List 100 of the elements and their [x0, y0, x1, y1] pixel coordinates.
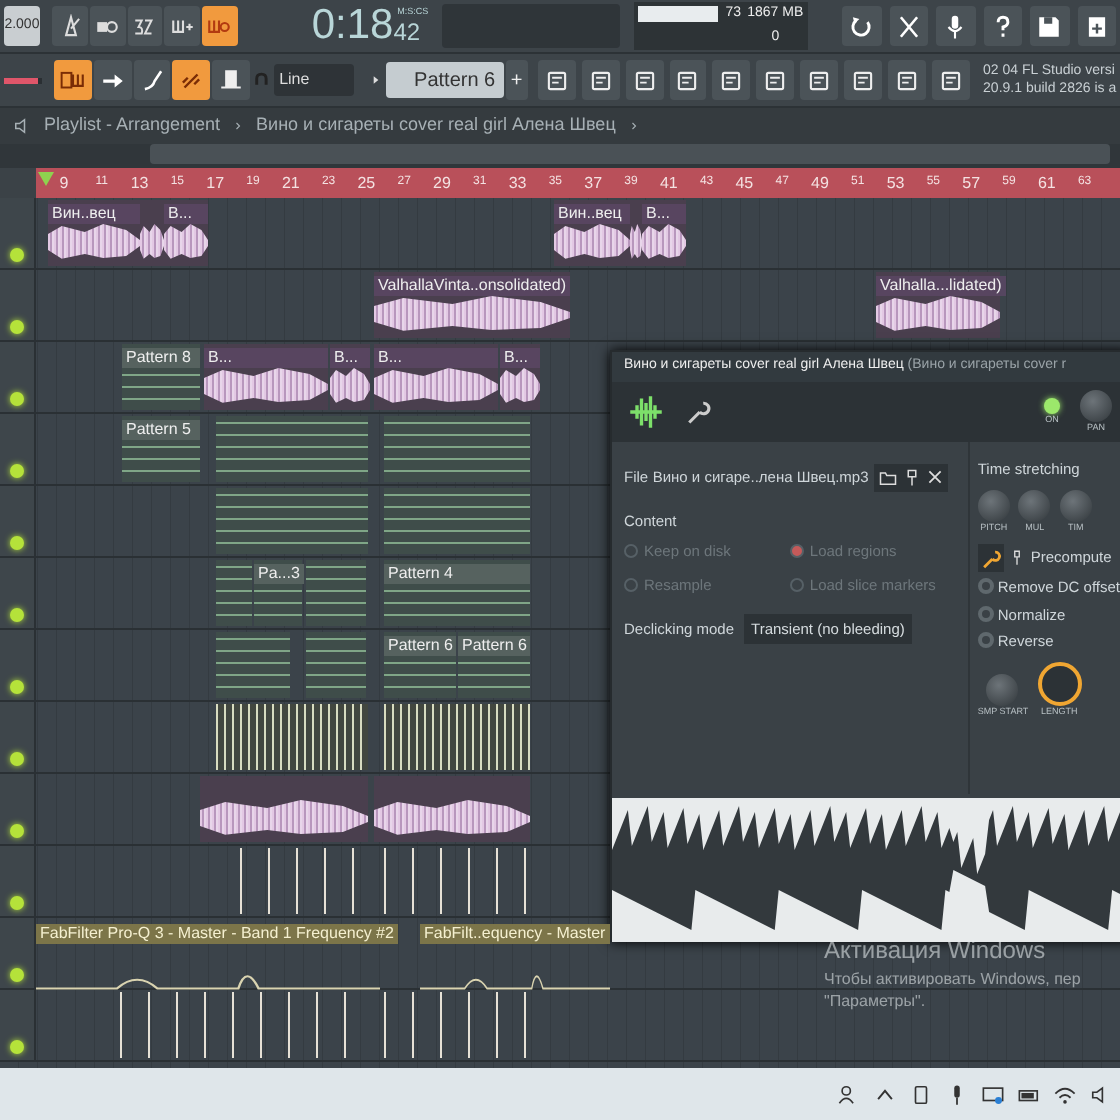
record-wait-button[interactable] [89, 6, 126, 46]
audio-clip[interactable] [200, 776, 368, 842]
audio-clip[interactable]: В... [500, 344, 540, 410]
pattern-clip[interactable]: Pattern 8 [122, 344, 200, 410]
scrollbar[interactable] [150, 144, 1110, 164]
pattern-clip[interactable] [216, 416, 368, 482]
time-display: 0:18 [311, 4, 394, 48]
audio-clip[interactable]: В... [642, 200, 686, 266]
drum-clip[interactable] [384, 704, 530, 770]
clip-label: Valhalla...lidated) [876, 276, 1006, 296]
step-edit-button[interactable] [164, 6, 201, 46]
hit-clip[interactable] [384, 848, 530, 914]
chain-button[interactable] [172, 60, 211, 100]
pattern-clip[interactable] [306, 632, 366, 698]
metronome-button[interactable] [52, 6, 88, 46]
clip-label: Pattern 6 [458, 636, 531, 656]
pattern-button[interactable] [53, 60, 92, 100]
pattern-clip[interactable] [216, 632, 290, 698]
audio-clip[interactable] [374, 776, 530, 842]
audio-clip[interactable] [630, 200, 642, 266]
audio-clip[interactable]: ValhallaVinta..onsolidated) [374, 272, 570, 338]
track-enable-dot[interactable] [10, 896, 24, 910]
pattern-clip[interactable] [216, 488, 368, 554]
track-enable-dot[interactable] [10, 464, 24, 478]
bar-number: 53 [886, 172, 905, 196]
pattern-clip[interactable]: Pattern 6 [458, 632, 530, 698]
audio-clip[interactable]: В... [164, 200, 208, 266]
cut-icon[interactable] [895, 13, 922, 39]
automation-clip[interactable]: FabFilter Pro-Q 3 - Master - Band 1 Frequency #2 [36, 920, 398, 986]
clip-label: Вин..вец [554, 204, 630, 224]
countdown-button[interactable] [127, 6, 163, 46]
track-enable-dot[interactable] [10, 752, 24, 766]
track-enable-dot[interactable] [10, 608, 24, 622]
track-enable-dot[interactable] [10, 1040, 24, 1054]
pan-knob[interactable] [1080, 389, 1112, 422]
bar-number: 13 [130, 172, 149, 196]
audio-clip[interactable]: В... [374, 344, 498, 410]
pattern-clip[interactable] [216, 560, 252, 626]
wrench-icon[interactable] [684, 398, 712, 426]
chevron-icon [232, 118, 245, 134]
clip-label: В... [204, 348, 328, 368]
pattern-clip[interactable]: Pattern 4 [384, 560, 530, 626]
knob[interactable] [1037, 661, 1082, 706]
bar-number: 21 [281, 172, 300, 196]
snap-dropdown[interactable]: Line [273, 64, 354, 96]
bar-number: 9 [59, 172, 69, 196]
track-enable-dot[interactable] [10, 680, 24, 694]
track-enable-dot[interactable] [10, 392, 24, 406]
volume-slider-fill[interactable] [4, 77, 38, 83]
monitor-icon[interactable] [982, 1083, 1004, 1105]
bar-number: 29 [433, 172, 451, 196]
track-enable-dot[interactable] [10, 536, 24, 550]
brush-button[interactable] [133, 60, 171, 100]
track-enable-dot[interactable] [10, 824, 24, 838]
audio-clip[interactable] [140, 200, 164, 266]
add-pattern-button[interactable]: + [505, 60, 528, 100]
audio-clip[interactable]: В... [204, 344, 328, 410]
hat-button[interactable] [212, 60, 251, 100]
audio-clip[interactable]: Вин..вец [48, 200, 140, 266]
folder-icon[interactable] [877, 467, 898, 487]
track-enable-dot[interactable] [10, 248, 24, 262]
wrench-icon[interactable] [979, 547, 1002, 570]
wifi-icon[interactable] [1054, 1083, 1076, 1105]
track-enable-dot[interactable] [10, 968, 24, 982]
clip-label: В... [642, 204, 686, 224]
save-icon[interactable] [1036, 13, 1063, 39]
clip-label: В... [164, 204, 208, 224]
power-led[interactable] [1044, 397, 1060, 414]
arrow-button[interactable] [93, 60, 132, 100]
clip-label: Вин..вец [48, 204, 140, 224]
automation-clip[interactable]: FabFilt..equency - Master [420, 920, 610, 986]
pattern-clip[interactable]: Pattern 6 [384, 632, 456, 698]
clip-label: Pattern 6 [384, 636, 457, 656]
breadcrumb-item[interactable]: Playlist - Arrangement [44, 112, 221, 140]
pattern-selector[interactable]: Pattern 6 [385, 62, 504, 98]
clip-label: Pattern 5 [122, 420, 200, 440]
pattern-clip[interactable]: Pa...3 [254, 560, 302, 626]
bar-number: 41 [659, 172, 678, 196]
pattern-clip[interactable] [384, 488, 530, 554]
device-icon[interactable] [910, 1083, 932, 1105]
pattern-clip[interactable]: Pattern 5 [122, 416, 200, 482]
audio-clip[interactable]: Вин..вец [554, 200, 630, 266]
chevron-icon [627, 118, 640, 134]
breadcrumb-item[interactable]: Вино и сигареты cover real girl Алена Швец [256, 112, 616, 140]
track-enable-dot[interactable] [10, 320, 24, 334]
clip-label: В... [330, 348, 370, 368]
people-icon[interactable] [838, 1083, 860, 1105]
audio-clip[interactable]: Valhalla...lidated) [876, 272, 1000, 338]
drum-clip[interactable] [216, 704, 368, 770]
save-new-icon[interactable] [1083, 13, 1110, 39]
playhead-marker[interactable] [38, 172, 54, 188]
close-icon[interactable] [926, 467, 945, 485]
audio-clip[interactable]: В... [330, 344, 370, 410]
pattern-clip[interactable] [384, 416, 530, 482]
waveform-icon[interactable] [628, 394, 664, 430]
clip-label: ValhallaVinta..onsolidated) [374, 276, 570, 296]
undo-icon[interactable] [848, 13, 875, 39]
pattern-clip[interactable] [306, 560, 366, 626]
bar-number: 61 [1037, 172, 1056, 196]
clip-label: Pa...3 [254, 564, 304, 584]
